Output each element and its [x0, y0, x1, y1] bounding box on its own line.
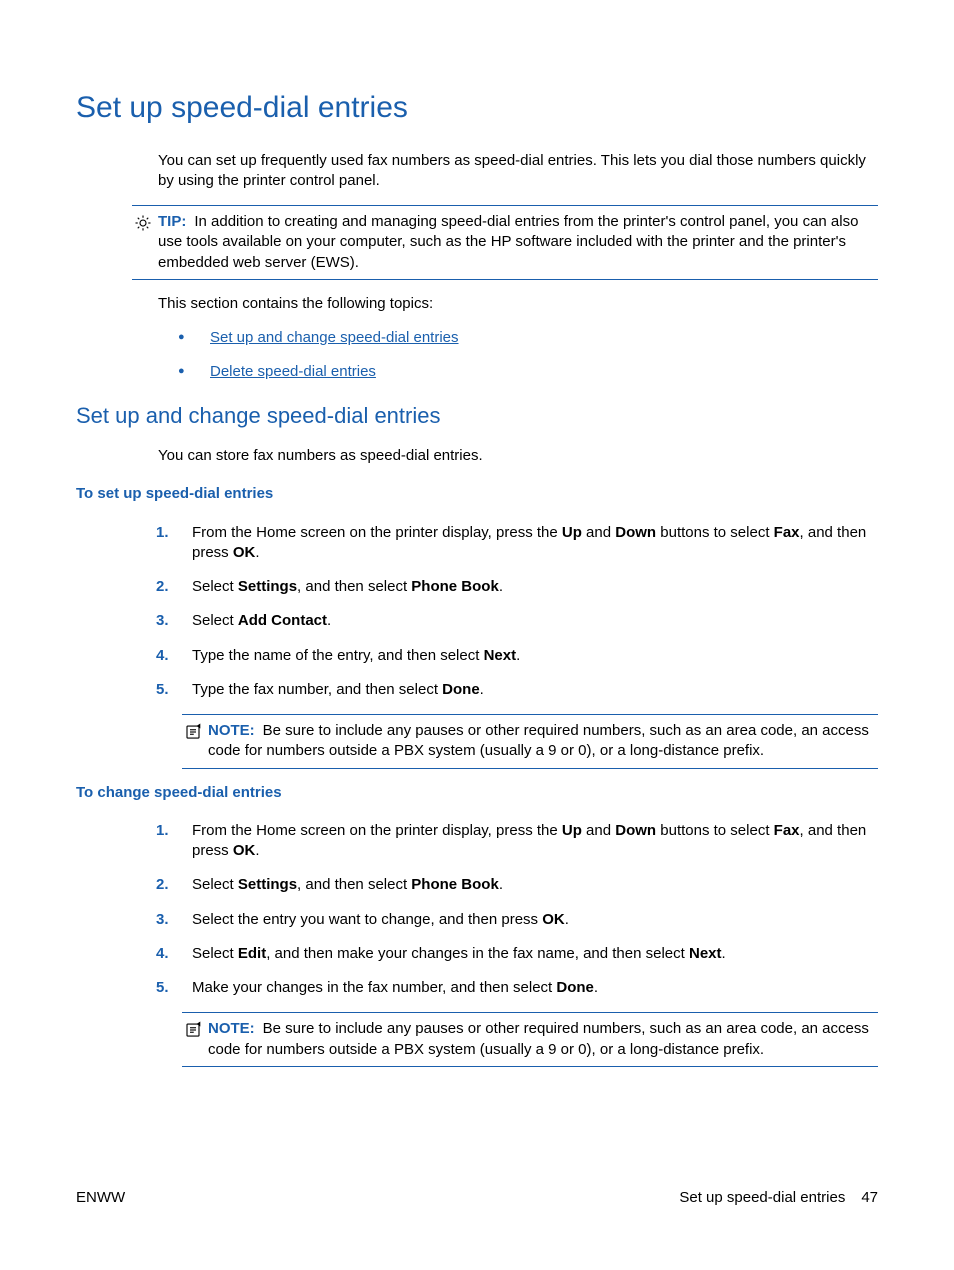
- topics-list: Set up and change speed-dial entries Del…: [178, 328, 878, 383]
- page-footer: ENWW Set up speed-dial entries 47: [76, 1188, 878, 1208]
- step-item: Type the fax number, and then select Don…: [156, 680, 878, 700]
- tip-body: TIP:In addition to creating and managing…: [158, 212, 878, 273]
- topic-link-delete[interactable]: Delete speed-dial entries: [210, 363, 376, 380]
- procedure-title: To set up speed-dial entries: [76, 484, 878, 504]
- note-body: NOTE:Be sure to include any pauses or ot…: [208, 721, 878, 762]
- topic-item: Set up and change speed-dial entries: [178, 328, 878, 348]
- procedure-title: To change speed-dial entries: [76, 783, 878, 803]
- note-icon: [182, 721, 204, 741]
- step-item: Select Settings, and then select Phone B…: [156, 577, 878, 597]
- step-item: Select Add Contact.: [156, 611, 878, 631]
- note-label: NOTE:: [208, 1020, 255, 1037]
- step-item: Select Settings, and then select Phone B…: [156, 875, 878, 895]
- note-text: Be sure to include any pauses or other r…: [208, 722, 869, 759]
- topic-item: Delete speed-dial entries: [178, 362, 878, 382]
- intro-paragraph: You can set up frequently used fax numbe…: [158, 151, 878, 192]
- document-page: Set up speed-dial entries You can set up…: [0, 0, 954, 1067]
- step-item: Select the entry you want to change, and…: [156, 910, 878, 930]
- footer-page-number: 47: [861, 1188, 878, 1208]
- tip-text: In addition to creating and managing spe…: [158, 213, 858, 271]
- topics-intro: This section contains the following topi…: [158, 294, 878, 314]
- tip-icon: [132, 212, 154, 232]
- step-item: From the Home screen on the printer disp…: [156, 523, 878, 564]
- procedure-steps: From the Home screen on the printer disp…: [156, 821, 878, 999]
- tip-callout: TIP:In addition to creating and managing…: [132, 205, 878, 280]
- procedure-steps: From the Home screen on the printer disp…: [156, 523, 878, 701]
- note-callout: NOTE:Be sure to include any pauses or ot…: [182, 1012, 878, 1067]
- step-item: From the Home screen on the printer disp…: [156, 821, 878, 862]
- page-title: Set up speed-dial entries: [76, 88, 878, 129]
- topic-link-setup[interactable]: Set up and change speed-dial entries: [210, 329, 459, 346]
- section-body: You can store fax numbers as speed-dial …: [158, 446, 878, 466]
- tip-label: TIP:: [158, 213, 186, 230]
- footer-section-title: Set up speed-dial entries: [679, 1188, 845, 1208]
- note-text: Be sure to include any pauses or other r…: [208, 1020, 869, 1057]
- note-label: NOTE:: [208, 722, 255, 739]
- note-icon: [182, 1019, 204, 1039]
- note-callout: NOTE:Be sure to include any pauses or ot…: [182, 714, 878, 769]
- section-heading: Set up and change speed-dial entries: [76, 401, 878, 431]
- note-body: NOTE:Be sure to include any pauses or ot…: [208, 1019, 878, 1060]
- step-item: Make your changes in the fax number, and…: [156, 978, 878, 998]
- step-item: Type the name of the entry, and then sel…: [156, 646, 878, 666]
- footer-left: ENWW: [76, 1188, 125, 1208]
- step-item: Select Edit, and then make your changes …: [156, 944, 878, 964]
